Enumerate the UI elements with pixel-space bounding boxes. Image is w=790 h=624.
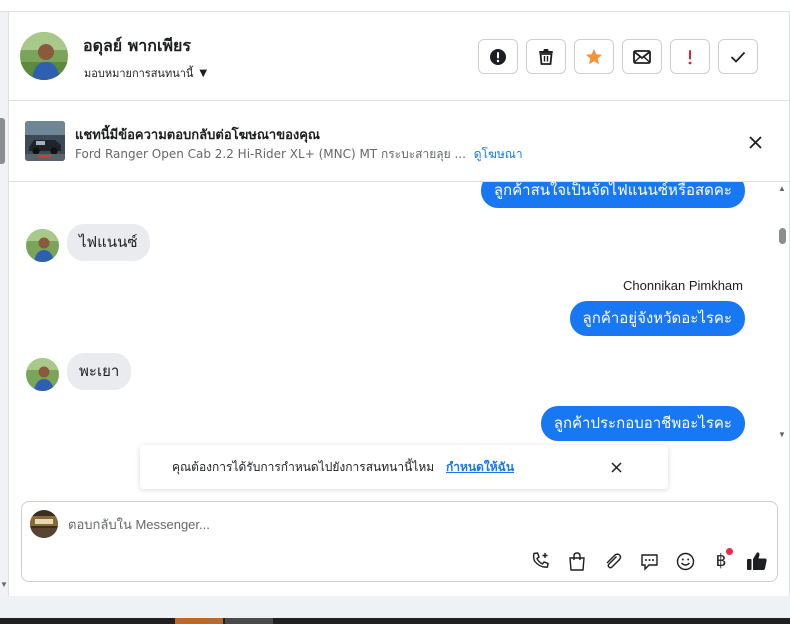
- attach-button[interactable]: [600, 548, 626, 574]
- message-bubble-incoming[interactable]: ไฟแนนซ์: [67, 224, 150, 261]
- scroll-down-icon[interactable]: ▼: [778, 430, 786, 439]
- contact-header: อดุลย์ พากเพียร มอบหมายการสนทนานี้ ▼: [9, 12, 789, 101]
- sender-name: Chonnikan Pimkham: [623, 278, 743, 293]
- chat-bubble-icon: [640, 553, 658, 571]
- scroll-up-icon[interactable]: ▲: [778, 184, 786, 193]
- conversation-panel: อดุลย์ พากเพียร มอบหมายการสนทนานี้ ▼ แชท…: [8, 12, 790, 596]
- saved-replies-button[interactable]: [636, 548, 662, 574]
- close-icon: [610, 461, 622, 473]
- taskbar-item[interactable]: [225, 618, 273, 624]
- shopping-bag-icon: [569, 551, 585, 571]
- caret-down-icon: ▼: [199, 67, 208, 79]
- envelope-icon: [633, 49, 651, 64]
- ad-banner-title: แชทนี้มีข้อความตอบกลับต่อโฆษณาของคุณ: [75, 128, 320, 143]
- ad-product-text: Ford Ranger Open Cab 2.2 Hi-Rider XL+ (M…: [75, 147, 466, 161]
- customer-avatar[interactable]: [26, 358, 59, 391]
- mark-unread-button[interactable]: [622, 39, 662, 74]
- smiley-icon: [676, 552, 694, 570]
- window-top-strip: [0, 0, 790, 12]
- assign-prompt-toast: คุณต้องการได้รับการกำหนดไปยังการสนทนานี้…: [140, 445, 668, 489]
- notification-dot: [726, 548, 733, 555]
- left-scroll-down-icon[interactable]: ▼: [0, 580, 8, 589]
- close-icon: [748, 135, 762, 149]
- phone-add-icon: [532, 552, 549, 568]
- left-edge-handle[interactable]: [0, 118, 5, 164]
- paperclip-icon: [606, 553, 622, 569]
- emoji-button[interactable]: [672, 548, 698, 574]
- star-icon: [586, 48, 602, 64]
- message-bubble-outgoing[interactable]: ลูกค้าอยู่จังหวัดอะไรคะ: [569, 301, 745, 336]
- exclamation-icon: [688, 49, 692, 64]
- message-composer: ฿: [21, 501, 778, 582]
- ad-thumbnail[interactable]: [25, 121, 65, 161]
- reply-input[interactable]: [68, 513, 748, 535]
- add-call-button[interactable]: [528, 548, 554, 574]
- close-toast-button[interactable]: [606, 457, 626, 477]
- composer-tools: ฿: [528, 548, 770, 574]
- view-ad-link[interactable]: ดูโฆษณา: [474, 147, 523, 161]
- payment-button[interactable]: ฿: [708, 548, 734, 574]
- thumbs-up-icon: [747, 552, 767, 570]
- message-thread[interactable]: ลูกค้าสนใจเป็นจัดไฟแนนซ์หรือสดคะ ไฟแนนซ์…: [9, 182, 779, 444]
- message-bubble-outgoing[interactable]: ลูกค้าสนใจเป็นจัดไฟแนนซ์หรือสดคะ: [480, 182, 745, 208]
- message-bubble-outgoing[interactable]: ลูกค้าประกอบอาชีพอะไรคะ: [540, 406, 745, 441]
- delete-button[interactable]: [526, 39, 566, 74]
- taskbar-item[interactable]: [175, 618, 223, 624]
- follow-up-button[interactable]: [670, 39, 710, 74]
- shop-button[interactable]: [564, 548, 590, 574]
- message-bubble-incoming[interactable]: พะเยา: [67, 353, 132, 390]
- done-button[interactable]: [718, 39, 758, 74]
- like-button[interactable]: [744, 548, 770, 574]
- close-banner-button[interactable]: [744, 131, 766, 153]
- customer-avatar[interactable]: [26, 229, 59, 262]
- scrollbar-thumb[interactable]: [779, 228, 786, 244]
- baht-icon: ฿: [715, 551, 727, 571]
- ad-reply-banner: แชทนี้มีข้อความตอบกลับต่อโฆษณาของคุณ For…: [9, 101, 789, 182]
- check-icon: [730, 51, 746, 63]
- contact-avatar[interactable]: [20, 32, 68, 80]
- toast-message: คุณต้องการได้รับการกำหนดไปยังการสนทนานี้…: [172, 458, 514, 477]
- contact-name[interactable]: อดุลย์ พากเพียร: [83, 34, 191, 59]
- ad-banner-subtitle: Ford Ranger Open Cab 2.2 Hi-Rider XL+ (M…: [75, 145, 523, 164]
- taskbar: [0, 618, 790, 624]
- exclamation-circle-icon: [490, 48, 506, 65]
- toast-text: คุณต้องการได้รับการกำหนดไปยังการสนทนานี้…: [172, 460, 435, 474]
- thread-scrollbar[interactable]: ▲ ▼: [775, 182, 789, 444]
- star-button[interactable]: [574, 39, 614, 74]
- trash-icon: [539, 49, 553, 65]
- report-button[interactable]: [478, 39, 518, 74]
- page-avatar: [30, 510, 58, 538]
- assign-label: มอบหมายการสนทนานี้: [84, 67, 194, 80]
- assign-conversation-dropdown[interactable]: มอบหมายการสนทนานี้ ▼: [84, 64, 207, 82]
- header-actions: [478, 39, 758, 74]
- assign-to-me-link[interactable]: กำหนดให้ฉัน: [446, 460, 514, 474]
